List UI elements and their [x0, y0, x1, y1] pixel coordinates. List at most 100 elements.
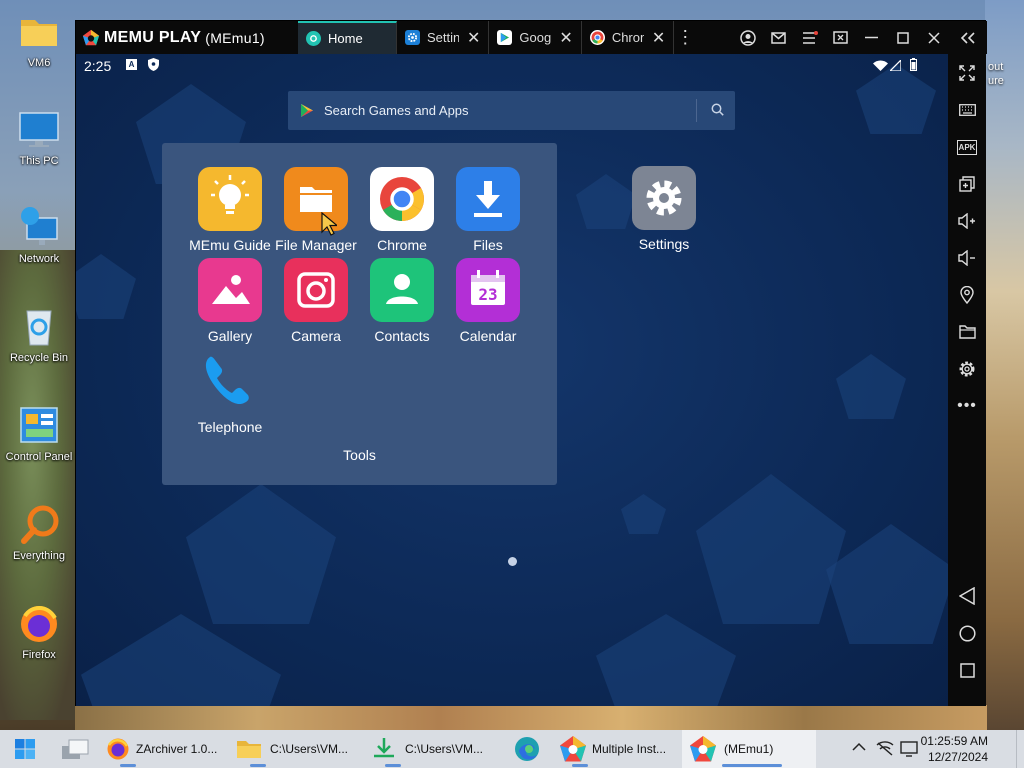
desktop-icon-control-panel[interactable]: Control Panel — [0, 404, 78, 463]
page-indicator-dot[interactable] — [508, 557, 517, 566]
app-file-manager[interactable]: File Manager — [271, 167, 361, 253]
tab-google-play[interactable]: Google Play ✕ — [489, 21, 582, 54]
signal-status-icon — [888, 58, 902, 74]
task-view-button[interactable] — [50, 730, 100, 768]
collapse-sidebar-icon[interactable] — [949, 21, 987, 54]
memu-icon — [690, 736, 716, 762]
volume-down-icon[interactable] — [948, 243, 986, 273]
taskbar-edge[interactable] — [502, 730, 552, 768]
memu-multi-icon — [560, 736, 586, 762]
app-label: Gallery — [207, 328, 253, 344]
app-calendar[interactable]: 23 Calendar — [443, 258, 533, 344]
search-icon[interactable] — [711, 103, 724, 119]
app-memu-guide[interactable]: MEmu Guide — [185, 167, 275, 253]
apk-icon-text: APK — [956, 139, 978, 155]
firefox-taskbar-icon — [107, 738, 129, 760]
folder-title[interactable]: Tools — [162, 447, 557, 463]
system-clock[interactable]: 01:25:59 AM 12/27/2024 — [921, 733, 988, 765]
home-tab-icon — [306, 31, 321, 46]
desktop-icon-this-pc[interactable]: This PC — [0, 108, 78, 167]
partial-desktop-label: out ure — [988, 61, 1004, 87]
settings-gear-icon — [632, 166, 696, 230]
app-camera[interactable]: Camera — [271, 258, 361, 344]
taskbar-file-explorer[interactable]: C:\Users\VM... — [230, 730, 365, 768]
taskbar-item-label: C:\Users\VM... — [270, 742, 349, 756]
window-controls — [732, 21, 987, 54]
volume-up-icon[interactable] — [948, 206, 986, 236]
start-button[interactable] — [0, 730, 50, 768]
chrome-tab-icon — [589, 30, 605, 45]
settings-icon[interactable] — [948, 354, 986, 384]
running-indicator — [572, 764, 588, 767]
keyboard-icon[interactable] — [948, 95, 986, 125]
desktop-icon-everything[interactable]: Everything — [0, 503, 78, 562]
tab-label: Home — [328, 31, 363, 46]
close-icon[interactable]: ✕ — [559, 28, 572, 48]
display-tray-icon[interactable] — [900, 741, 918, 760]
folder-icon[interactable] — [948, 317, 986, 347]
fullscreen-icon[interactable] — [948, 58, 986, 88]
taskbar-zarchiver[interactable]: ZArchiver 1.0... — [100, 730, 230, 768]
close-window-icon[interactable] — [918, 21, 949, 54]
maximize-icon[interactable] — [887, 21, 918, 54]
app-telephone[interactable]: Telephone — [185, 349, 275, 435]
memu-instance-name: (MEmu1) — [205, 29, 265, 46]
mouse-cursor-icon — [321, 211, 339, 241]
active-indicator — [722, 764, 782, 767]
taskbar-memu1[interactable]: (MEmu1) — [682, 730, 816, 768]
shield-status-icon — [148, 58, 159, 74]
app-chrome[interactable]: Chrome — [357, 167, 447, 253]
tab-menu-icon[interactable]: ⋮ — [674, 21, 696, 54]
main-menu-icon[interactable] — [794, 21, 825, 54]
close-icon[interactable]: ✕ — [467, 28, 480, 48]
app-label: Files — [473, 237, 503, 253]
tab-home[interactable]: Home — [298, 21, 397, 54]
camera-icon — [284, 258, 348, 322]
show-desktop-button[interactable] — [1016, 730, 1024, 768]
running-indicator — [250, 764, 266, 767]
desktop-icon-label: Network — [18, 253, 60, 265]
desktop-icon-recycle-bin[interactable]: Recycle Bin — [0, 305, 78, 364]
recents-icon[interactable] — [948, 655, 986, 685]
taskbar-downloads[interactable]: C:\Users\VM... — [365, 730, 502, 768]
android-screen[interactable]: 2:25 A Search Games and Apps MEmu Guide … — [76, 54, 948, 706]
file-manager-icon — [284, 167, 348, 231]
apk-icon[interactable]: APK — [948, 132, 986, 162]
tab-label: Settings — [427, 30, 459, 45]
recycle-bin-icon — [17, 305, 61, 349]
app-contacts[interactable]: Contacts — [357, 258, 447, 344]
memu-window: MEMU PLAY (MEmu1) Home Settings ✕ Google… — [75, 20, 987, 706]
memu-titlebar[interactable]: MEMU PLAY (MEmu1) Home Settings ✕ Google… — [76, 21, 987, 54]
tab-label: Chrome — [611, 30, 644, 45]
desktop-icon-label: Everything — [13, 550, 65, 562]
network-tray-icon[interactable] — [876, 741, 894, 760]
chrome-icon — [370, 167, 434, 231]
account-icon[interactable] — [732, 21, 763, 54]
minimize-icon[interactable] — [856, 21, 887, 54]
location-icon[interactable] — [948, 280, 986, 310]
network-icon — [17, 206, 61, 250]
status-time: 2:25 — [84, 58, 112, 74]
mail-icon[interactable] — [763, 21, 794, 54]
sync-window-icon[interactable] — [825, 21, 856, 54]
multi-window-icon[interactable] — [948, 169, 986, 199]
home-icon[interactable] — [948, 618, 986, 648]
close-icon[interactable]: ✕ — [652, 28, 665, 48]
desktop-icon-network[interactable]: Network — [0, 206, 78, 265]
taskbar-item-label: C:\Users\VM... — [405, 742, 484, 756]
back-icon[interactable] — [948, 581, 986, 611]
app-settings[interactable]: Settings — [619, 166, 709, 252]
wallpaper-shape — [836, 354, 906, 419]
app-files[interactable]: Files — [443, 167, 533, 253]
app-label: File Manager — [275, 237, 357, 253]
chevron-up-icon[interactable] — [852, 741, 866, 755]
taskbar-memu-multi[interactable]: Multiple Inst... — [552, 730, 682, 768]
tab-chrome[interactable]: Chrome ✕ — [582, 21, 675, 54]
desktop-icon-firefox[interactable]: Firefox — [0, 602, 78, 661]
tab-settings[interactable]: Settings ✕ — [397, 21, 490, 54]
search-games-bar[interactable]: Search Games and Apps — [288, 91, 735, 130]
more-icon[interactable]: ••• — [948, 391, 986, 421]
desktop-icon-vm6[interactable]: VM6 — [0, 10, 78, 69]
folder-icon — [17, 10, 61, 54]
app-gallery[interactable]: Gallery — [185, 258, 275, 344]
